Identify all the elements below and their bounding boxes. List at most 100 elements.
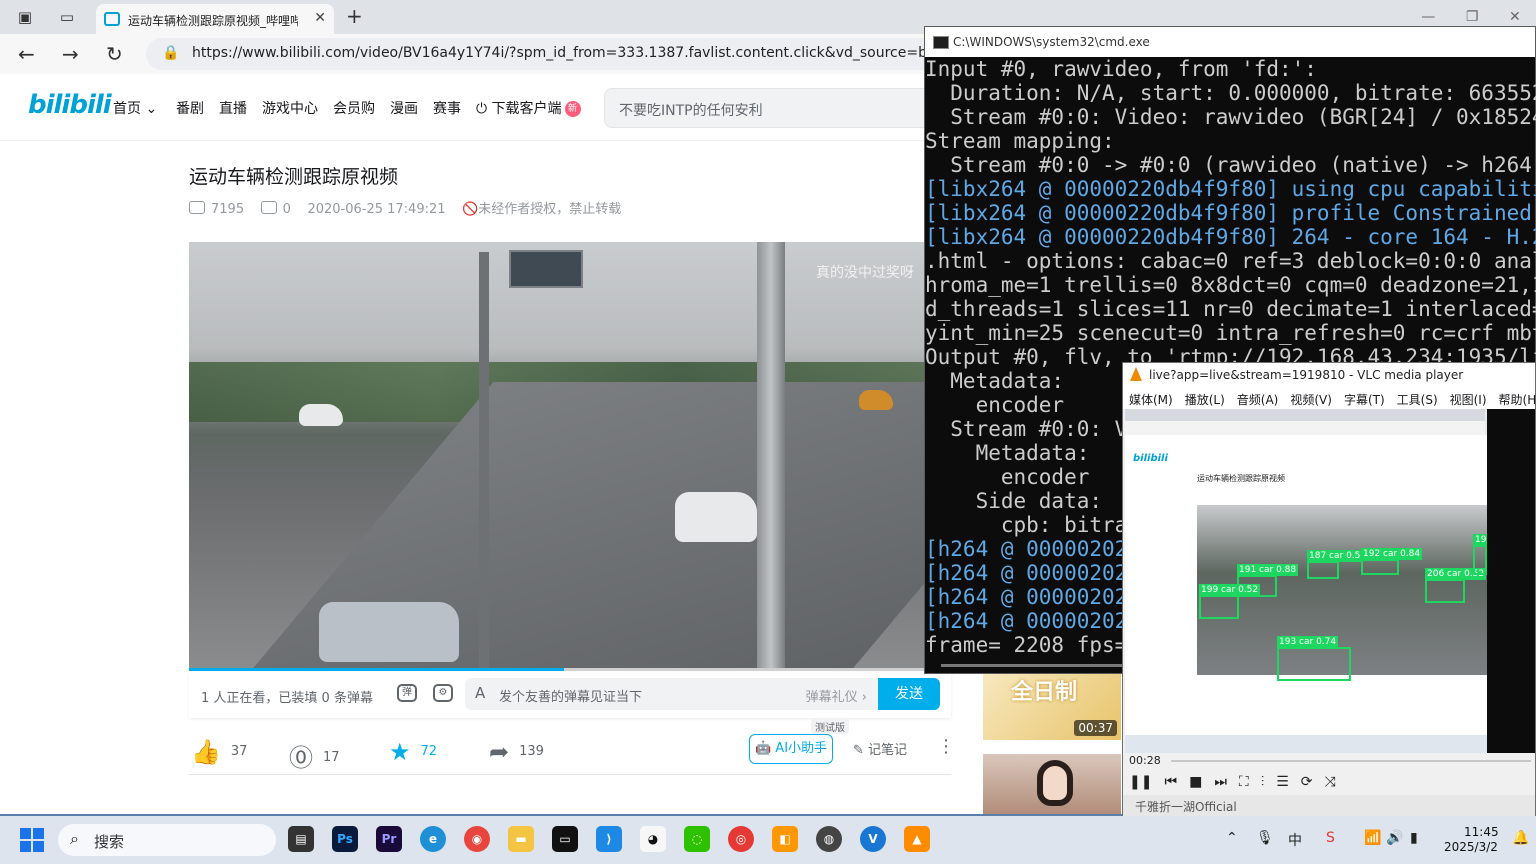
obs-icon[interactable]: ◍ bbox=[816, 826, 842, 852]
cmd-titlebar: C:\WINDOWS\system32\cmd.exe bbox=[925, 27, 1535, 57]
vlc-menu-item[interactable]: 视图(I) bbox=[1444, 387, 1493, 409]
start-button[interactable] bbox=[20, 828, 44, 852]
edge-icon[interactable]: e bbox=[420, 826, 446, 852]
taskbar-search-label: 搜索 bbox=[94, 833, 125, 851]
clock-time[interactable]: 11:45 bbox=[1464, 824, 1499, 840]
share-button[interactable]: ➦ 139 bbox=[489, 738, 544, 766]
vlc-taskbar-icon[interactable]: ▲ bbox=[904, 826, 930, 852]
video-frame-car bbox=[299, 404, 343, 426]
volume-icon[interactable]: 🔊 bbox=[1386, 830, 1403, 846]
vlc-menu-item[interactable]: 视频(V) bbox=[1284, 387, 1338, 409]
previous-icon[interactable]: ⏮ bbox=[1164, 774, 1177, 790]
taskbar-search[interactable]: ⌕ 搜索 bbox=[58, 824, 276, 856]
premiere-icon[interactable]: Pr bbox=[376, 826, 402, 852]
app-v-icon[interactable]: V bbox=[860, 826, 886, 852]
notification-bell-icon[interactable]: 🔔 bbox=[1512, 830, 1529, 846]
reload-icon[interactable]: ↻ bbox=[106, 42, 123, 66]
copyright-notice: 未经作者授权，禁止转载 bbox=[478, 202, 622, 217]
vlc-menu-item[interactable]: 音频(A) bbox=[1231, 387, 1285, 409]
photoshop-icon[interactable]: Ps bbox=[332, 826, 358, 852]
stop-icon[interactable]: ■ bbox=[1189, 774, 1202, 790]
ime-icon[interactable]: 中 bbox=[1288, 830, 1302, 850]
send-danmaku-button[interactable]: 发送 bbox=[878, 678, 940, 710]
pause-icon[interactable]: ❚❚ bbox=[1129, 774, 1152, 790]
tab-actions-icon[interactable]: ▭ bbox=[56, 6, 78, 28]
wps-icon[interactable]: S bbox=[1326, 830, 1335, 846]
back-arrow-icon[interactable]: ← bbox=[18, 42, 35, 66]
take-notes-button[interactable]: ✎ 记笔记 bbox=[853, 739, 907, 758]
vlc-window[interactable]: live?app=live&stream=1919810 - VLC media… bbox=[1122, 362, 1536, 818]
nav-download-client[interactable]: ⏻ 下载客户端新 bbox=[476, 98, 581, 118]
recommended-video-thumbnail[interactable]: 全日制 00:37 bbox=[983, 672, 1121, 740]
text-style-icon[interactable]: A bbox=[475, 684, 485, 702]
nav-game-center[interactable]: 游戏中心 bbox=[262, 98, 318, 118]
new-tab-button[interactable]: + bbox=[346, 4, 363, 28]
danmaku-settings-icon[interactable]: ⚙ bbox=[433, 684, 453, 702]
nav-home[interactable]: 首页 ⌄ bbox=[113, 98, 157, 118]
nav-live[interactable]: 直播 bbox=[219, 98, 247, 118]
danmaku-toggle-icon[interactable]: 弹 bbox=[397, 684, 417, 702]
next-icon[interactable]: ⏭ bbox=[1214, 774, 1227, 790]
vlc-seek-bar[interactable] bbox=[1171, 760, 1531, 762]
recommended-video-thumbnail[interactable] bbox=[983, 754, 1121, 814]
playlist-icon[interactable]: ☰ bbox=[1276, 774, 1289, 790]
nav-anime[interactable]: 番剧 bbox=[176, 98, 204, 118]
vlc-menu-item[interactable]: 工具(S) bbox=[1391, 387, 1444, 409]
app-icon[interactable]: ◧ bbox=[772, 826, 798, 852]
microphone-icon[interactable]: 🎙 bbox=[1256, 830, 1274, 846]
fullscreen-icon[interactable]: ⛶ bbox=[1239, 774, 1249, 790]
qq-icon[interactable]: ◕ bbox=[640, 826, 666, 852]
close-tab-icon[interactable]: ✕ bbox=[314, 10, 326, 26]
rec-thumb-face bbox=[1037, 760, 1073, 806]
nav-mall[interactable]: 会员购 bbox=[333, 98, 375, 118]
rec-thumb-text: 全日制 bbox=[1011, 680, 1078, 705]
more-options-icon[interactable]: ⋮ bbox=[937, 736, 955, 757]
vlc-video-area[interactable]: bilibili 运动车辆检测跟踪原视频 191 car 0.88 187 ca… bbox=[1125, 409, 1535, 753]
video-meta: 7195 0 2020-06-25 17:49:21 🚫未经作者授权，禁止转载 bbox=[189, 198, 621, 217]
favorite-button[interactable]: ★ 72 bbox=[389, 738, 437, 766]
tray-expand-icon[interactable]: ⌃ bbox=[1226, 830, 1238, 846]
task-view-icon[interactable]: ▤ bbox=[288, 826, 314, 852]
wechat-icon[interactable]: ◌ bbox=[684, 826, 710, 852]
file-explorer-icon[interactable]: ▬ bbox=[508, 826, 534, 852]
bilibili-logo[interactable]: bilibili bbox=[28, 90, 112, 120]
vlc-menu-item[interactable]: 帮助(H) bbox=[1493, 387, 1535, 409]
netease-music-icon[interactable]: ◎ bbox=[728, 826, 754, 852]
vlc-bottom-strip: 千雅折一湖Official bbox=[1123, 795, 1535, 817]
share-arrow-icon: ➦ bbox=[489, 738, 510, 766]
chrome-icon[interactable]: ◉ bbox=[464, 826, 490, 852]
ai-assistant-button[interactable]: 🤖 AI小助手 bbox=[749, 734, 833, 764]
workspaces-icon[interactable]: ▣ bbox=[14, 6, 36, 28]
take-notes-label: 记笔记 bbox=[868, 743, 908, 758]
maximize-button[interactable]: ❐ bbox=[1466, 9, 1479, 25]
video-actions: 👍 37 ⓪ 17 ★ 72 ➦ 139 测试版 🤖 AI小助手 ✎ 记笔记 ⋮ bbox=[189, 719, 955, 775]
danmaku-etiquette-link[interactable]: 弹幕礼仪 › bbox=[806, 686, 867, 705]
search-input[interactable]: 不要吃INTP的任何安利 bbox=[604, 88, 934, 128]
vlc-menu-item[interactable]: 媒体(M) bbox=[1123, 387, 1179, 409]
like-button[interactable]: 👍 37 bbox=[191, 738, 247, 766]
equalizer-icon[interactable]: ⫶ bbox=[1261, 774, 1265, 790]
battery-icon[interactable]: ▮ bbox=[1410, 830, 1418, 846]
video-progress-bar[interactable] bbox=[189, 668, 924, 671]
minimize-button[interactable]: — bbox=[1421, 9, 1435, 25]
forward-arrow-icon[interactable]: → bbox=[62, 42, 79, 66]
coin-button[interactable]: ⓪ 17 bbox=[289, 738, 340, 773]
address-bar[interactable]: 🔒 https://www.bilibili.com/video/BV16a4y… bbox=[146, 38, 1046, 70]
cmd-scrollbar[interactable] bbox=[941, 664, 1141, 667]
close-window-button[interactable]: ✕ bbox=[1509, 9, 1521, 25]
download-icon: ⏻ bbox=[476, 101, 488, 117]
loop-icon[interactable]: ⟳ bbox=[1301, 774, 1313, 790]
wifi-icon[interactable]: 📶 bbox=[1364, 830, 1381, 846]
nav-manga[interactable]: 漫画 bbox=[390, 98, 418, 118]
clock-date[interactable]: 2025/3/2 bbox=[1444, 840, 1498, 854]
nav-esports[interactable]: 赛事 bbox=[433, 98, 461, 118]
vscode-icon[interactable]: ⟩ bbox=[596, 826, 622, 852]
video-player[interactable]: 真的没中过奖呀 bbox=[189, 242, 924, 670]
danmaku-input[interactable]: A 发个友善的弹幕见证当下 弹幕礼仪 › bbox=[465, 678, 877, 710]
terminal-icon[interactable]: ▭ bbox=[552, 826, 578, 852]
video-frame-car bbox=[675, 492, 757, 542]
vlc-menu-item[interactable]: 播放(L) bbox=[1179, 387, 1231, 409]
tab-bilibili-video[interactable]: 运动车辆检测跟踪原视频_哔哩哔哩 ✕ bbox=[96, 4, 334, 34]
vlc-menu-item[interactable]: 字幕(T) bbox=[1338, 387, 1391, 409]
shuffle-icon[interactable]: ⤨ bbox=[1325, 774, 1336, 790]
